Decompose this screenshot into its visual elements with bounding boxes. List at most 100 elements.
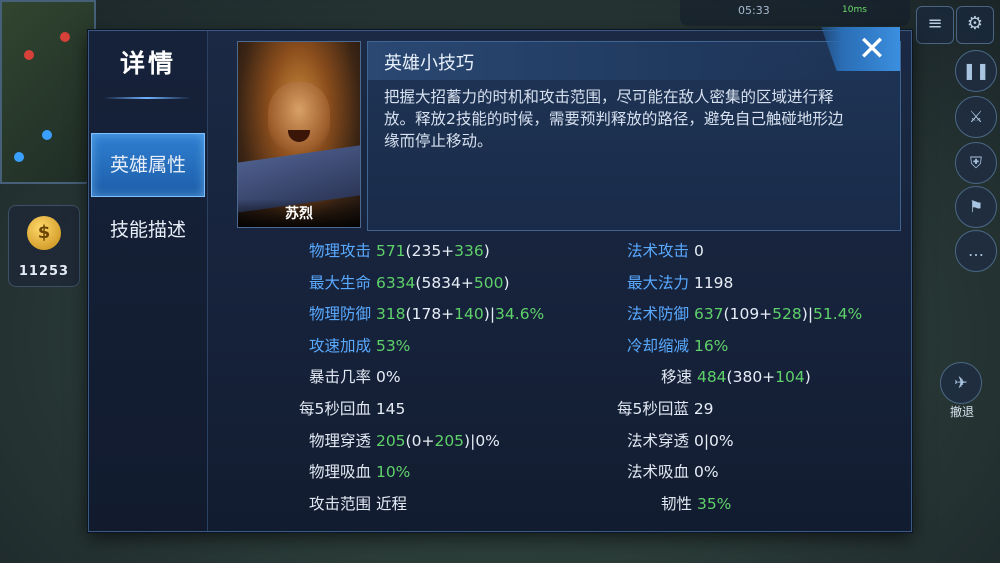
stat-label: 冷却缩减 bbox=[627, 336, 690, 355]
stat-value: 637 bbox=[693, 305, 724, 324]
hero-tips-panel: 英雄小技巧 把握大招蓄力的时机和攻击范围，尽可能在敌人密集的区域进行释放。释放2… bbox=[367, 41, 901, 231]
dialog-title: 详情 bbox=[119, 49, 176, 78]
stat-row: 攻速加成 53% bbox=[309, 334, 410, 358]
retreat-signal-button[interactable]: ⛨ bbox=[955, 142, 997, 184]
ally-marker-icon bbox=[14, 152, 24, 162]
stat-value: 53% bbox=[375, 336, 411, 355]
stat-row: 每5秒回血 145 bbox=[299, 397, 405, 421]
stat-value: 0% bbox=[375, 368, 401, 387]
attack-signal-button[interactable]: ⚔ bbox=[955, 96, 997, 138]
stat-row: 物理穿透 205(0+205)|0% bbox=[309, 429, 500, 453]
recall-label: 撤退 bbox=[949, 405, 974, 419]
recall-button[interactable]: ✈ bbox=[940, 362, 982, 404]
stat-value: (178+ bbox=[405, 305, 455, 324]
stat-row: 攻击范围 近程 bbox=[309, 492, 407, 516]
gold-amount: 11253 bbox=[18, 264, 70, 279]
stat-value: ) bbox=[804, 368, 811, 387]
stat-value: (0+ bbox=[405, 431, 435, 450]
stat-value: )| bbox=[801, 305, 814, 324]
stat-label: 法术防御 bbox=[627, 305, 690, 324]
stat-value: 近程 bbox=[375, 494, 407, 513]
stat-row: 冷却缩减 16% bbox=[627, 334, 728, 358]
stat-value: (235+ bbox=[405, 242, 455, 260]
stat-row: 法术吸血 0% bbox=[627, 460, 719, 484]
stat-label: 最大生命 bbox=[309, 273, 372, 292]
stat-label: 攻速加成 bbox=[309, 336, 372, 355]
pause-icon: ❚❚ bbox=[962, 61, 990, 80]
hero-detail-dialog: 详情 英雄属性 技能描述 苏烈 英雄小技巧 把握大招蓄力的时机和攻击范围，尽可能… bbox=[88, 27, 912, 532]
enemy-marker-icon bbox=[24, 50, 34, 60]
title-divider bbox=[103, 97, 191, 99]
stat-value: 500 bbox=[473, 273, 504, 292]
pause-button[interactable]: ❚❚ bbox=[955, 50, 997, 92]
gold-bag-icon: $ bbox=[27, 216, 61, 250]
stat-value: 528 bbox=[772, 305, 802, 324]
stat-value: (380+ bbox=[726, 368, 776, 387]
stat-row: 物理吸血 10% bbox=[309, 460, 410, 484]
clock: 05:33 bbox=[738, 4, 770, 17]
stat-value: (109+ bbox=[723, 305, 773, 324]
stat-row: 最大生命 6334(5834+500) bbox=[309, 271, 510, 295]
stat-label: 物理吸血 bbox=[309, 463, 372, 482]
minimap[interactable] bbox=[0, 0, 96, 184]
stat-row: 法术攻击 0 bbox=[627, 239, 704, 263]
menu-button[interactable]: ≡ bbox=[916, 6, 954, 44]
stat-value: 0% bbox=[693, 463, 719, 482]
stat-row: 移速 484(380+104) bbox=[661, 365, 811, 389]
stat-value: 10% bbox=[375, 463, 411, 482]
gear-icon: ⚙ bbox=[966, 13, 984, 34]
stat-value: 140 bbox=[454, 305, 484, 324]
stat-label: 物理防御 bbox=[309, 305, 372, 324]
chat-icon: … bbox=[968, 241, 984, 260]
close-icon: ✕ bbox=[857, 29, 887, 69]
stat-row: 暴击几率 0% bbox=[309, 365, 401, 389]
menu-icon: ≡ bbox=[927, 13, 943, 34]
stat-value: 0|0% bbox=[693, 431, 734, 450]
stat-row: 物理攻击 571(235+336) bbox=[309, 239, 490, 263]
stat-value: )| bbox=[483, 305, 496, 324]
stat-value: 336 bbox=[454, 242, 484, 260]
stat-label: 法术吸血 bbox=[627, 463, 690, 482]
stat-value: 571 bbox=[375, 242, 406, 260]
gather-signal-button[interactable]: ⚑ bbox=[955, 186, 997, 228]
stat-label: 物理穿透 bbox=[309, 431, 372, 450]
stat-row: 每5秒回蓝 29 bbox=[617, 397, 714, 421]
status-bar: 05:33 10ms bbox=[680, 0, 910, 26]
stat-label: 法术攻击 bbox=[627, 242, 690, 260]
chat-button[interactable]: … bbox=[955, 230, 997, 272]
stat-value: ) bbox=[483, 242, 490, 260]
stat-value: 484 bbox=[696, 368, 727, 387]
stat-label: 暴击几率 bbox=[309, 368, 372, 387]
stat-value: 35% bbox=[696, 494, 732, 513]
stat-value: 6334 bbox=[375, 273, 416, 292]
tips-text: 把握大招蓄力的时机和攻击范围，尽可能在敌人密集的区域进行释放。释放2技能的时候，… bbox=[384, 88, 844, 150]
stat-row: 法术防御 637(109+528)|51.4% bbox=[627, 302, 862, 326]
stat-value: 205 bbox=[375, 431, 406, 450]
enemy-marker-icon bbox=[60, 32, 70, 42]
stat-value: 0 bbox=[693, 242, 704, 260]
stat-value: 318 bbox=[375, 305, 406, 324]
stat-value: (5834+ bbox=[415, 273, 474, 292]
flag-icon: ⚑ bbox=[968, 197, 984, 216]
tab-hero-attributes[interactable]: 英雄属性 bbox=[91, 133, 205, 197]
stat-value: 205 bbox=[434, 431, 465, 450]
stat-row: 最大法力 1198 bbox=[627, 271, 733, 295]
tab-skill-description[interactable]: 技能描述 bbox=[91, 199, 205, 261]
settings-button[interactable]: ⚙ bbox=[956, 6, 994, 44]
stat-label: 韧性 bbox=[661, 494, 693, 513]
stat-value: 51.4% bbox=[813, 305, 863, 324]
stat-value: 34.6% bbox=[495, 305, 545, 324]
tips-title: 英雄小技巧 bbox=[384, 53, 474, 74]
shop-button[interactable]: $ 11253 bbox=[8, 205, 80, 287]
stat-row: 韧性 35% bbox=[661, 492, 731, 516]
stat-label: 每5秒回蓝 bbox=[617, 400, 689, 418]
stat-label: 攻击范围 bbox=[309, 494, 372, 513]
stat-value: 16% bbox=[693, 336, 729, 355]
stat-row: 物理防御 318(178+140)|34.6% bbox=[309, 302, 544, 326]
hero-stats: 物理攻击 571(235+336) 最大生命 6334(5834+500) 物理防御… bbox=[207, 235, 911, 531]
stat-label: 法术穿透 bbox=[627, 431, 690, 450]
recall-icon: ✈ bbox=[954, 373, 968, 392]
stat-value: ) bbox=[503, 273, 510, 292]
hero-name: 苏烈 bbox=[285, 206, 313, 222]
ally-marker-icon bbox=[42, 130, 52, 140]
